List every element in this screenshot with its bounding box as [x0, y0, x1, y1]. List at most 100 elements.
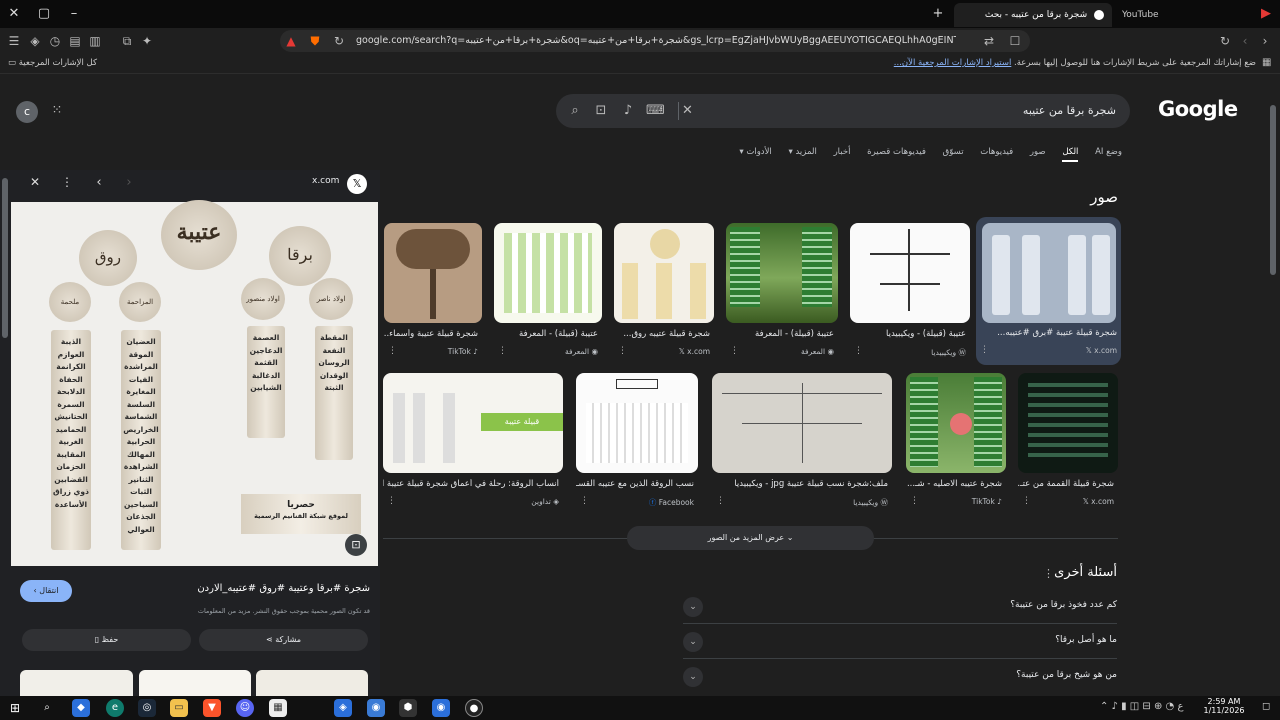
related-image[interactable] [256, 670, 368, 696]
more-options-icon[interactable]: ⋮ [580, 496, 589, 506]
image-thumbnail[interactable] [494, 223, 602, 323]
image-result[interactable]: شجرة قبيلة عتيبة #برق #عتيبه... 𝕏 x.com … [976, 217, 1121, 365]
google-apps-icon[interactable]: ⁙ [48, 103, 66, 121]
search-box[interactable]: شجرة برقا من عتيبه ⌕ ⊡ ♪ ⌨ ✕ [556, 94, 1130, 128]
image-thumbnail[interactable] [384, 223, 482, 323]
filter-ai-mode[interactable]: وضع AI [1095, 147, 1122, 157]
more-options-icon[interactable]: ⋮ [910, 496, 919, 506]
filter-tools[interactable]: الأدوات ▾ [739, 147, 771, 157]
image-result[interactable]: ملف:شجرة نسب قبيلة عتيبة jpg - ويكيبيديا… [712, 373, 892, 513]
all-bookmarks-button[interactable]: كل الإشارات المرجعية ▭ [8, 58, 97, 68]
file-explorer-icon[interactable]: ▭ [170, 699, 188, 717]
question-item[interactable]: ما هو أصل برقا؟ ⌄ [683, 625, 1117, 659]
bookmark-star-icon[interactable]: ☐ [1006, 32, 1024, 50]
image-result[interactable]: قبيلة عتيبة أنساب الروقة: رحلة في أعماق … [383, 373, 563, 513]
google-logo[interactable]: Google [1158, 97, 1238, 121]
image-caption[interactable]: عتيبة (قبيلة) - المعرفة [726, 329, 834, 339]
notifications-icon[interactable]: ◻ [1262, 701, 1270, 712]
image-result[interactable]: عتيبة (قبيلة) - المعرفة ◉ المعرفة ⋮ [494, 223, 602, 363]
search-icon[interactable]: ⌕ [566, 102, 584, 120]
tab-google-search[interactable]: شجرة برقا من عتيبه - بحث Google × [954, 3, 1112, 44]
question-item[interactable]: من هو شيخ برقا من عتيبة؟ ⌄ [683, 660, 1117, 694]
filter-shopping[interactable]: تسوّق [943, 147, 964, 157]
save-button[interactable]: ▯ حفظ [22, 629, 191, 651]
image-thumbnail[interactable]: قبيلة عتيبة [383, 373, 563, 473]
start-icon[interactable]: ⊞ [6, 699, 24, 717]
filter-images[interactable]: صور [1030, 147, 1046, 157]
import-bookmarks-link[interactable]: استيراد الإشارات المرجعية الآن... [894, 58, 1012, 68]
filter-videos[interactable]: فيديوهات [980, 147, 1013, 157]
tab-youtube[interactable]: YouTube [1114, 3, 1174, 27]
address-bar[interactable]: ▲ ⛊ ↻ google.com/search?q=شجرة+برقا+من+ع… [280, 30, 1030, 52]
preview-title[interactable]: شجرة #برقا وعتيبة #روق #عتيبه_الاردن [197, 583, 370, 594]
maximize-window-button[interactable]: ▢ [34, 4, 54, 24]
avatar[interactable]: c [16, 101, 38, 123]
filter-more[interactable]: المزيد ▾ [789, 147, 817, 157]
more-options-icon[interactable]: ⋮ [980, 345, 989, 355]
share-button[interactable]: ⋖ مشاركة [199, 629, 368, 651]
close-preview-icon[interactable]: ✕ [26, 175, 44, 193]
filter-news[interactable]: أخبار [834, 147, 851, 157]
chevron-down-icon[interactable]: ⌄ [683, 597, 703, 617]
adblock-icon[interactable]: ▲ [282, 32, 300, 50]
image-result[interactable]: عتيبة (قبيلة) - المعرفة ◉ المعرفة ⋮ [726, 223, 838, 363]
show-more-images-button[interactable]: عرض المزيد من الصور ⌄ [627, 526, 874, 550]
visit-button[interactable]: ‹ انتقال [20, 580, 72, 602]
filter-short-videos[interactable]: فيديوهات قصيرة [867, 147, 926, 157]
chevron-down-icon[interactable]: ⌄ [683, 667, 703, 687]
image-thumbnail[interactable] [1018, 373, 1118, 473]
more-options-icon[interactable]: ⋮ [498, 346, 507, 356]
app-icon[interactable]: ◉ [367, 699, 385, 717]
image-result[interactable]: نسب الروقة الذين مع عتيبه القسـ... ⓕ Fac… [576, 373, 698, 513]
image-caption[interactable]: شجرة قبيلة عتيبه روق... [614, 329, 710, 339]
image-thumbnail[interactable] [726, 223, 838, 323]
back-icon[interactable]: › [1256, 32, 1274, 50]
copilot-icon[interactable]: ◆ [72, 699, 90, 717]
more-options-icon[interactable]: ⋮ [716, 496, 725, 506]
more-options-icon[interactable]: ⋮ [854, 346, 863, 356]
image-caption[interactable]: أنساب الروقة: رحلة في أعماق شجرة قبيلة ع… [383, 479, 559, 489]
brave-icon[interactable]: ▼ [203, 699, 221, 717]
image-caption[interactable]: شجرة قبيلة عتيبة وأسماء... [384, 329, 478, 339]
image-caption[interactable]: عتيبة (قبيلة) - المعرفة [494, 329, 598, 339]
clock[interactable]: 2:59 AM 1/11/2026 [1202, 697, 1246, 715]
new-tab-button[interactable]: + [928, 4, 948, 24]
app-icon[interactable]: ◈ [334, 699, 352, 717]
search-input[interactable]: شجرة برقا من عتيبه [1023, 94, 1116, 128]
image-thumbnail[interactable] [982, 223, 1116, 323]
image-thumbnail[interactable] [576, 373, 698, 473]
lens-search-icon[interactable]: ⊡ [345, 534, 367, 556]
site-settings-icon[interactable]: ⇄ [980, 32, 998, 50]
more-options-icon[interactable]: ⋮ [618, 346, 627, 356]
edge-icon[interactable]: e [106, 699, 124, 717]
close-window-button[interactable]: ✕ [4, 4, 24, 24]
lens-icon[interactable]: ⊡ [592, 102, 610, 120]
discord-icon[interactable]: ☺ [236, 699, 254, 717]
next-image-icon[interactable]: › [120, 175, 138, 193]
history-icon[interactable]: ◷ [46, 32, 64, 50]
image-result[interactable]: شجرة قبيلة عتيبه روق... 𝕏 x.com ⋮ [614, 223, 714, 363]
menu-icon[interactable]: ☰ [5, 32, 23, 50]
more-options-icon[interactable]: ⋮ [730, 346, 739, 356]
clear-search-icon[interactable]: ✕ [678, 102, 696, 120]
image-result[interactable]: شجرة عتيبه الاصليه - شـ... ♪ TikTok ⋮ [906, 373, 1006, 513]
calculator-icon[interactable]: ▦ [269, 699, 287, 717]
apps-icon[interactable]: ▦ [1262, 57, 1271, 68]
shield-icon[interactable]: ◈ [26, 32, 44, 50]
more-options-icon[interactable]: ⋮ [1043, 567, 1054, 580]
sidebar-icon[interactable]: ▥ [86, 32, 104, 50]
preview-source-link[interactable]: x.com [312, 176, 339, 186]
image-result[interactable]: شجرة قبيلة عتيبة وأسماء... ♪ TikTok ⋮ [384, 223, 482, 363]
page-scrollbar[interactable] [1270, 105, 1276, 275]
reload-button-icon[interactable]: ↻ [1216, 32, 1234, 50]
app-icon[interactable]: ⬢ [399, 699, 417, 717]
related-image[interactable] [20, 670, 133, 696]
image-thumbnail[interactable] [614, 223, 714, 323]
chevron-down-icon[interactable]: ⌄ [683, 632, 703, 652]
brave-shield-icon[interactable]: ⛊ [306, 32, 324, 50]
image-thumbnail[interactable] [850, 223, 970, 323]
preview-image[interactable]: عتيبة روق برقا ملحمة المزاحمة اولاد منصو… [11, 200, 378, 566]
more-options-icon[interactable]: ⋮ [387, 496, 396, 506]
system-tray-icons[interactable]: ⌃ ♪ ▮ ◫ ⊟ ⊕ ◔ ع [1100, 701, 1183, 712]
image-result[interactable]: شجرة قبيلة القممة من عتـ... 𝕏 x.com ⋮ [1018, 373, 1118, 513]
